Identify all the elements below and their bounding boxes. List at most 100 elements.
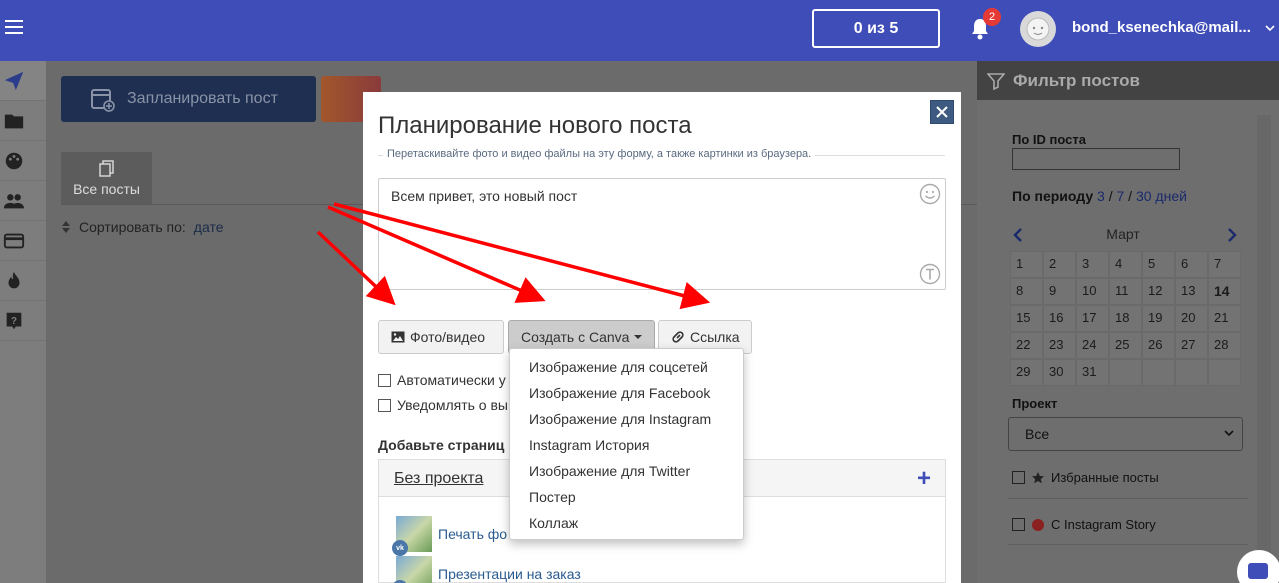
menu-icon[interactable] [5, 20, 23, 34]
calendar-grid: 1 2 3 4 5 6 7 8 9 10 11 12 13 14 15 16 17 18 19 20 21 22 23 24 2… [1010, 251, 1258, 386]
filter-scrollbar[interactable] [1257, 115, 1271, 583]
calendar-day[interactable]: 29 [1010, 359, 1043, 386]
calendar-day[interactable]: 27 [1175, 332, 1208, 359]
image-icon [391, 331, 405, 343]
page-thumbnail: vk [392, 556, 432, 583]
photo-video-button[interactable]: Фото/видео [378, 320, 504, 354]
top-bar: 0 из 5 2 bond_ksenechka@mail... [0, 0, 1279, 61]
auto-option[interactable]: Автоматически у [378, 372, 506, 388]
divider [1008, 498, 1248, 499]
calendar-day[interactable]: 30 [1043, 359, 1076, 386]
calendar-day[interactable]: 12 [1142, 278, 1175, 305]
help-icon: ? [6, 312, 22, 329]
menu-item-instagram-story[interactable]: Instagram История [510, 432, 743, 458]
story-checkbox[interactable] [1012, 518, 1025, 531]
menu-item-twitter[interactable]: Изображение для Twitter [510, 458, 743, 484]
notify-label: Уведомлять о вы [397, 397, 508, 413]
avatar[interactable] [1020, 11, 1056, 47]
menu-item-facebook[interactable]: Изображение для Facebook [510, 380, 743, 406]
calendar-day[interactable]: 8 [1010, 278, 1043, 305]
calendar-day[interactable]: 26 [1142, 332, 1175, 359]
period-30-link[interactable]: 30 [1136, 188, 1152, 204]
sidebar-item-help[interactable]: ? [0, 301, 46, 341]
chevron-right-icon[interactable] [1226, 228, 1238, 242]
calendar-day[interactable]: 9 [1043, 278, 1076, 305]
chevron-down-icon[interactable] [1264, 22, 1276, 34]
calendar-day[interactable]: 4 [1109, 251, 1142, 278]
calendar-day[interactable]: 20 [1175, 305, 1208, 332]
username[interactable]: bond_ksenechka@mail... [1072, 19, 1251, 36]
menu-item-instagram[interactable]: Изображение для Instagram [510, 406, 743, 432]
sidebar-item-folders[interactable] [0, 101, 46, 141]
menu-item-social[interactable]: Изображение для соцсетей [510, 354, 743, 380]
close-icon [936, 106, 948, 118]
notify-checkbox[interactable] [378, 398, 391, 412]
emoji-icon[interactable] [919, 183, 941, 205]
caret-down-icon [634, 335, 643, 339]
page-row[interactable]: vk Презентации на заказ [392, 556, 581, 583]
sidebar-item-users[interactable] [0, 181, 46, 221]
calendar-day[interactable]: 1 [1010, 251, 1043, 278]
page-row[interactable]: vk Печать фо [392, 516, 507, 556]
tab-all-posts-label: Все посты [73, 181, 140, 197]
period-3-link[interactable]: 3 [1097, 188, 1105, 204]
calendar-day[interactable]: 19 [1142, 305, 1175, 332]
project-select[interactable]: Все [1008, 417, 1243, 451]
favorites-checkbox[interactable] [1012, 471, 1025, 484]
calendar-day[interactable]: 6 [1175, 251, 1208, 278]
calendar-day[interactable]: 23 [1043, 332, 1076, 359]
modal-title: Планирование нового поста [378, 112, 692, 139]
page-link[interactable]: Печать фо [438, 526, 507, 542]
posts-counter-button[interactable]: 0 из 5 [812, 9, 940, 48]
calendar-day[interactable]: 10 [1076, 278, 1109, 305]
calendar-day[interactable]: 2 [1043, 251, 1076, 278]
link-label: Ссылка [690, 329, 740, 345]
story-label: С Instagram Story [1051, 517, 1156, 532]
favorites-check[interactable]: Избранные посты [1012, 470, 1159, 485]
sidebar-item-design[interactable] [0, 141, 46, 181]
calendar-day[interactable]: 25 [1109, 332, 1142, 359]
post-text[interactable]: Всем привет, это новый пост [391, 188, 577, 204]
filter-panel: Фильтр постов По ID поста По периоду 3 /… [977, 61, 1279, 583]
add-page-icon[interactable]: + [917, 465, 931, 493]
post-id-input[interactable] [1012, 148, 1180, 170]
calendar-day[interactable]: 28 [1208, 332, 1241, 359]
calendar-day[interactable]: 31 [1076, 359, 1109, 386]
story-check[interactable]: С Instagram Story [1012, 517, 1156, 532]
calendar-day[interactable]: 3 [1076, 251, 1109, 278]
sidebar-item-hot[interactable] [0, 261, 46, 301]
text-format-icon[interactable] [919, 263, 941, 285]
calendar-day[interactable]: 24 [1076, 332, 1109, 359]
calendar-day[interactable]: 16 [1043, 305, 1076, 332]
sidebar-item-posts[interactable] [0, 61, 46, 101]
notification-badge: 2 [983, 8, 1001, 26]
page-link[interactable]: Презентации на заказ [438, 566, 581, 582]
calendar-day[interactable]: 7 [1208, 251, 1241, 278]
period-label: По периоду [1012, 188, 1094, 204]
calendar-day[interactable]: 22 [1010, 332, 1043, 359]
post-textarea[interactable]: Всем привет, это новый пост [378, 178, 946, 290]
calendar-day[interactable]: 5 [1142, 251, 1175, 278]
sort-value[interactable]: дате [194, 219, 224, 235]
auto-checkbox[interactable] [378, 373, 391, 387]
chat-button[interactable] [1237, 550, 1279, 583]
sidebar-item-billing[interactable] [0, 221, 46, 261]
divider [1008, 544, 1248, 545]
period-7-link[interactable]: 7 [1116, 188, 1124, 204]
calendar-day[interactable]: 18 [1109, 305, 1142, 332]
calendar-day[interactable]: 13 [1175, 278, 1208, 305]
calendar-day[interactable]: 14 [1208, 278, 1241, 305]
notify-option[interactable]: Уведомлять о вы [378, 397, 508, 413]
project-name[interactable]: Без проекта [394, 470, 483, 488]
menu-item-collage[interactable]: Коллаж [510, 510, 743, 536]
drop-hint: Перетаскивайте фото и видео файлы на эту… [383, 148, 816, 160]
tab-all-posts[interactable]: Все посты [61, 152, 152, 204]
calendar-day[interactable]: 21 [1208, 305, 1241, 332]
menu-item-poster[interactable]: Постер [510, 484, 743, 510]
calendar-day[interactable]: 17 [1076, 305, 1109, 332]
calendar-day[interactable]: 15 [1010, 305, 1043, 332]
calendar-day[interactable]: 11 [1109, 278, 1142, 305]
close-button[interactable] [930, 100, 954, 124]
link-icon [672, 331, 684, 343]
schedule-post-button[interactable]: Запланировать пост [61, 76, 316, 122]
